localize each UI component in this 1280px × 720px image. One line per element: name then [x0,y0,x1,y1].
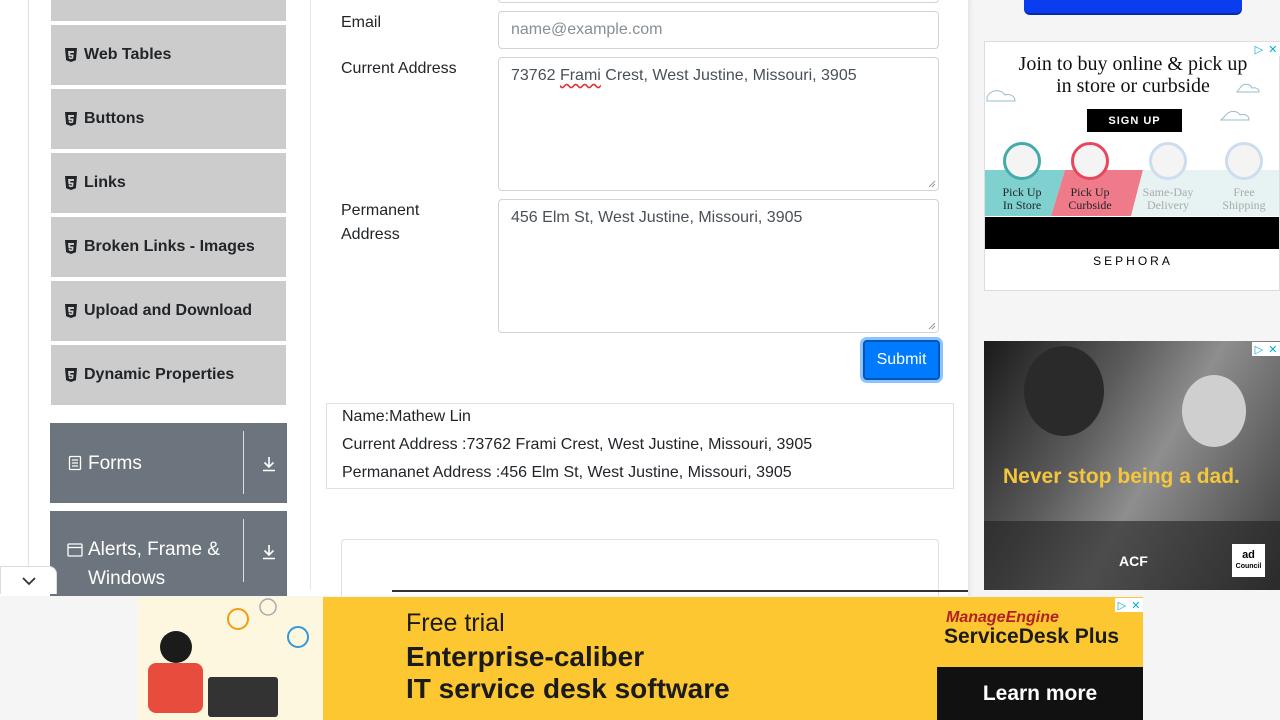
store-icon [1003,142,1041,180]
ad-footer: SEPHORA [985,217,1279,290]
close-icon[interactable]: ✕ [1131,599,1140,612]
close-icon[interactable]: ✕ [1268,343,1277,356]
acf-logo: ACF [1119,553,1148,569]
html5-icon [65,176,77,190]
ad-council-logo-line: ad [1242,548,1255,561]
phone-icon [1149,142,1187,180]
sidebar-item-label: Web Tables [84,46,172,63]
sidebar-item-label: Links [84,174,126,191]
ad-line-3: IT service desk software [406,673,730,704]
ad-choices-icon: ▷ [1117,599,1127,612]
ad-headline-line: Join to buy online & pick up [1018,53,1248,75]
car-icon [1071,142,1109,180]
previous-input[interactable] [498,0,939,3]
group-separator [243,431,244,494]
main-border [310,0,311,590]
chevron-down-icon [21,576,36,585]
ad-choices-icon: ▷ [1254,43,1264,56]
group-separator [243,519,244,582]
download-arrow-icon[interactable] [260,455,278,473]
current-address-field[interactable]: 73762 Frami Crest, West Justine, Missour… [498,57,939,191]
sidebar-item-buttons[interactable]: Buttons [50,88,287,150]
output-panel: Name:Mathew Lin Current Address :73762 F… [326,403,954,489]
output-permanent-address: Permananet Address :456 Elm St, West Jus… [342,464,792,481]
ad-choices-badge[interactable]: ▷ ✕ [1252,342,1280,356]
close-icon[interactable]: ✕ [1268,43,1277,56]
person-laptop-icon [148,598,309,717]
current-address-text-post: Crest, West Justine, Missouri, 3905 [600,67,857,84]
sidebar-item-label: Buttons [84,110,145,127]
ad-illustration [138,597,323,720]
group-label: Alerts, Frame & Windows [88,539,220,589]
ad-option-line: Shipping [1222,198,1266,212]
learn-more-button[interactable]: Learn more [937,667,1143,720]
permanent-address-label-line: Permanent [341,202,420,219]
ad-council-logo: ad Council [1232,544,1265,577]
html5-icon [65,304,77,318]
sidebar-item-previous[interactable] [50,0,287,22]
email-label: Email [341,14,382,31]
ad-top-banner-button[interactable] [1024,0,1242,13]
current-address-text-pre: 73762 [511,67,560,84]
ad-option-pickup-store: Pick Up In Store [985,142,1059,212]
sidebar-border [28,0,29,590]
sidebar-item-label: Dynamic Properties [84,366,235,383]
ad-headline-line: in store or curbside [1056,75,1210,97]
ad-line-2: Enterprise-caliber [406,641,645,672]
email-field[interactable]: name@example.com [498,11,939,49]
permanent-address-field[interactable]: 456 Elm St, West Justine, Missouri, 3905 [498,199,939,333]
resize-handle-icon[interactable] [928,180,936,188]
permanent-address-label: Permanent Address [341,199,419,247]
html5-icon [65,368,77,382]
permanent-address-label-line: Address [341,226,400,243]
ad-choices-badge[interactable]: ▷ ✕ [1252,42,1280,56]
ad-option-pickup-curbside: Pick Up Curbside [1053,142,1127,212]
group-header-forms[interactable]: Forms [50,423,287,503]
ad-option-line: Curbside [1068,198,1112,212]
html5-icon [65,48,77,62]
resize-handle-icon[interactable] [928,322,936,330]
html5-icon [65,112,77,126]
ad-partner-logos: ACF [1119,546,1227,576]
permanent-address-text: 456 Elm St, West Justine, Missouri, 3905 [511,209,803,226]
group-label: Forms [88,452,142,474]
ad-headline: Never stop being a dad. [1003,465,1240,488]
output-name: Name:Mathew Lin [342,408,471,425]
sidebar-item-broken-links[interactable]: Broken Links - Images [50,216,287,278]
ad-sephora[interactable]: Join to buy online & pick up in store or… [984,41,1280,291]
group-header-alerts[interactable]: Alerts, Frame & Windows [50,511,287,596]
ad-option-line: Delivery [1147,198,1189,212]
collapse-toggle[interactable] [0,566,57,594]
sidebar-item-label: Broken Links - Images [84,238,255,255]
download-arrow-icon[interactable] [260,543,278,561]
ad-option-line: In Store [1002,198,1042,212]
ad-line-1: Free trial [406,609,505,637]
spellcheck-word: Frami [559,67,601,84]
truck-icon [1225,142,1263,180]
ad-fatherhood[interactable]: Never stop being a dad. ACF ad Council [984,341,1280,590]
output-current-address: Current Address :73762 Frami Crest, West… [342,436,813,453]
document-icon [68,455,82,471]
submit-button[interactable]: Submit [863,340,940,380]
ad-choices-badge[interactable]: ▷ ✕ [1115,598,1143,612]
html5-icon [65,240,77,254]
ad-headline: Join to buy online & pick up in store or… [985,53,1279,97]
ad-option-free-shipping: Free Shipping [1207,142,1279,212]
ad-council-logo-line: Council [1235,562,1262,570]
sidebar-item-upload-download[interactable]: Upload and Download [50,280,287,342]
sidebar-item-links[interactable]: Links [50,152,287,214]
sidebar-item-label: Upload and Download [84,302,252,319]
embedded-frame-content [392,590,968,592]
ad-choices-icon: ▷ [1254,343,1264,356]
current-address-label: Current Address [341,60,457,77]
window-icon [67,543,83,557]
ad-brand-logo: SEPHORA [985,249,1279,290]
ad-servicedesk[interactable]: Free trial Enterprise-caliber IT service… [138,597,1143,720]
ad-signup-button[interactable]: SIGN UP [1087,109,1182,132]
sidebar-item-dynamic-properties[interactable]: Dynamic Properties [50,344,287,406]
ad-option-same-day: Same-Day Delivery [1131,142,1205,212]
sidebar-item-web-tables[interactable]: Web Tables [50,24,287,86]
ad-brand-servicedesk: ServiceDesk Plus [944,625,1120,648]
